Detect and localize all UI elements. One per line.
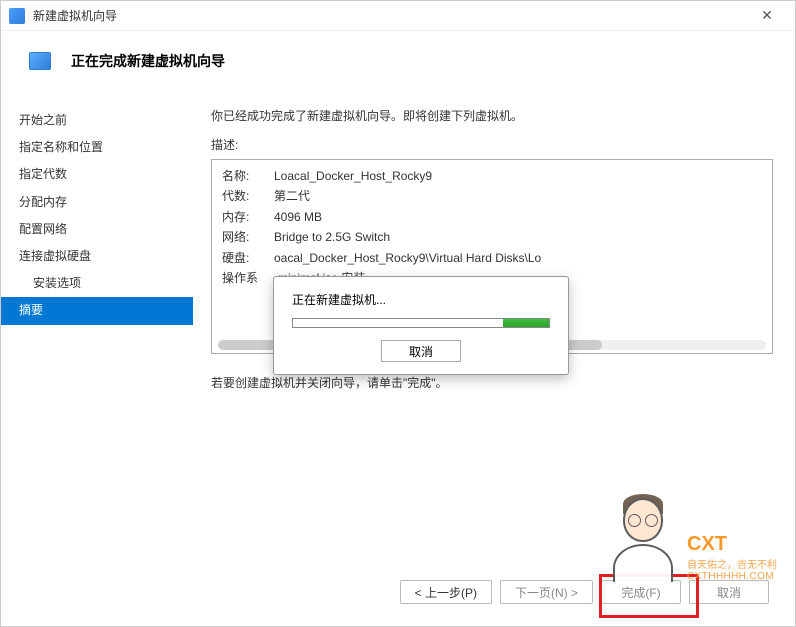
- sidebar-item-generation[interactable]: 指定代数: [1, 161, 193, 188]
- summary-row-name: 名称: Loacal_Docker_Host_Rocky9: [222, 166, 762, 186]
- finish-button: 完成(F): [601, 580, 681, 604]
- summary-row-memory: 内存: 4096 MB: [222, 207, 762, 227]
- summary-key: 名称:: [222, 166, 274, 186]
- summary-row-disk: 硬盘: oacal_Docker_Host_Rocky9\Virtual Har…: [222, 248, 762, 268]
- summary-row-gen: 代数: 第二代: [222, 186, 762, 206]
- sidebar-item-memory[interactable]: 分配内存: [1, 189, 193, 216]
- sidebar-item-summary[interactable]: 摘要: [1, 297, 193, 324]
- window-title: 新建虚拟机向导: [33, 7, 747, 24]
- wizard-window: 新建虚拟机向导 ✕ 正在完成新建虚拟机向导 开始之前 指定名称和位置 指定代数 …: [0, 0, 796, 627]
- progress-cancel-button[interactable]: 取消: [381, 340, 461, 362]
- summary-key: 内存:: [222, 207, 274, 227]
- sidebar: 开始之前 指定名称和位置 指定代数 分配内存 配置网络 连接虚拟硬盘 安装选项 …: [1, 91, 193, 576]
- summary-key: 操作系: [222, 268, 274, 288]
- sidebar-item-network[interactable]: 配置网络: [1, 216, 193, 243]
- app-icon: [9, 8, 25, 24]
- previous-button[interactable]: < 上一步(P): [400, 580, 492, 604]
- cancel-button: 取消: [689, 580, 769, 604]
- sidebar-item-harddisk[interactable]: 连接虚拟硬盘: [1, 243, 193, 270]
- sidebar-item-name-location[interactable]: 指定名称和位置: [1, 134, 193, 161]
- progress-title: 正在新建虚拟机...: [292, 291, 550, 308]
- description-label: 描述:: [211, 136, 773, 153]
- header: 正在完成新建虚拟机向导: [1, 31, 795, 91]
- summary-val: 4096 MB: [274, 207, 762, 227]
- footer-text: 若要创建虚拟机并关闭向导，请单击"完成"。: [211, 374, 773, 391]
- summary-val: Bridge to 2.5G Switch: [274, 227, 762, 247]
- progress-dialog: 正在新建虚拟机... 取消: [273, 276, 569, 375]
- progress-fill: [503, 319, 549, 327]
- monitor-icon: [29, 52, 51, 70]
- progress-button-row: 取消: [292, 340, 550, 362]
- summary-key: 硬盘:: [222, 248, 274, 268]
- intro-text: 你已经成功完成了新建虚拟机向导。即将创建下列虚拟机。: [211, 107, 773, 124]
- summary-key: 网络:: [222, 227, 274, 247]
- button-row: < 上一步(P) 下一页(N) > 完成(F) 取消: [400, 580, 769, 604]
- summary-row-network: 网络: Bridge to 2.5G Switch: [222, 227, 762, 247]
- next-button: 下一页(N) >: [500, 580, 593, 604]
- sidebar-item-before-begin[interactable]: 开始之前: [1, 107, 193, 134]
- sidebar-item-install-options[interactable]: 安装选项: [1, 270, 193, 297]
- close-icon[interactable]: ✕: [747, 2, 787, 30]
- titlebar: 新建虚拟机向导 ✕: [1, 1, 795, 31]
- summary-val: oacal_Docker_Host_Rocky9\Virtual Hard Di…: [274, 248, 762, 268]
- page-title: 正在完成新建虚拟机向导: [71, 51, 225, 71]
- progress-bar: [292, 318, 550, 328]
- summary-val: 第二代: [274, 186, 762, 206]
- summary-val: Loacal_Docker_Host_Rocky9: [274, 166, 762, 186]
- summary-key: 代数:: [222, 186, 274, 206]
